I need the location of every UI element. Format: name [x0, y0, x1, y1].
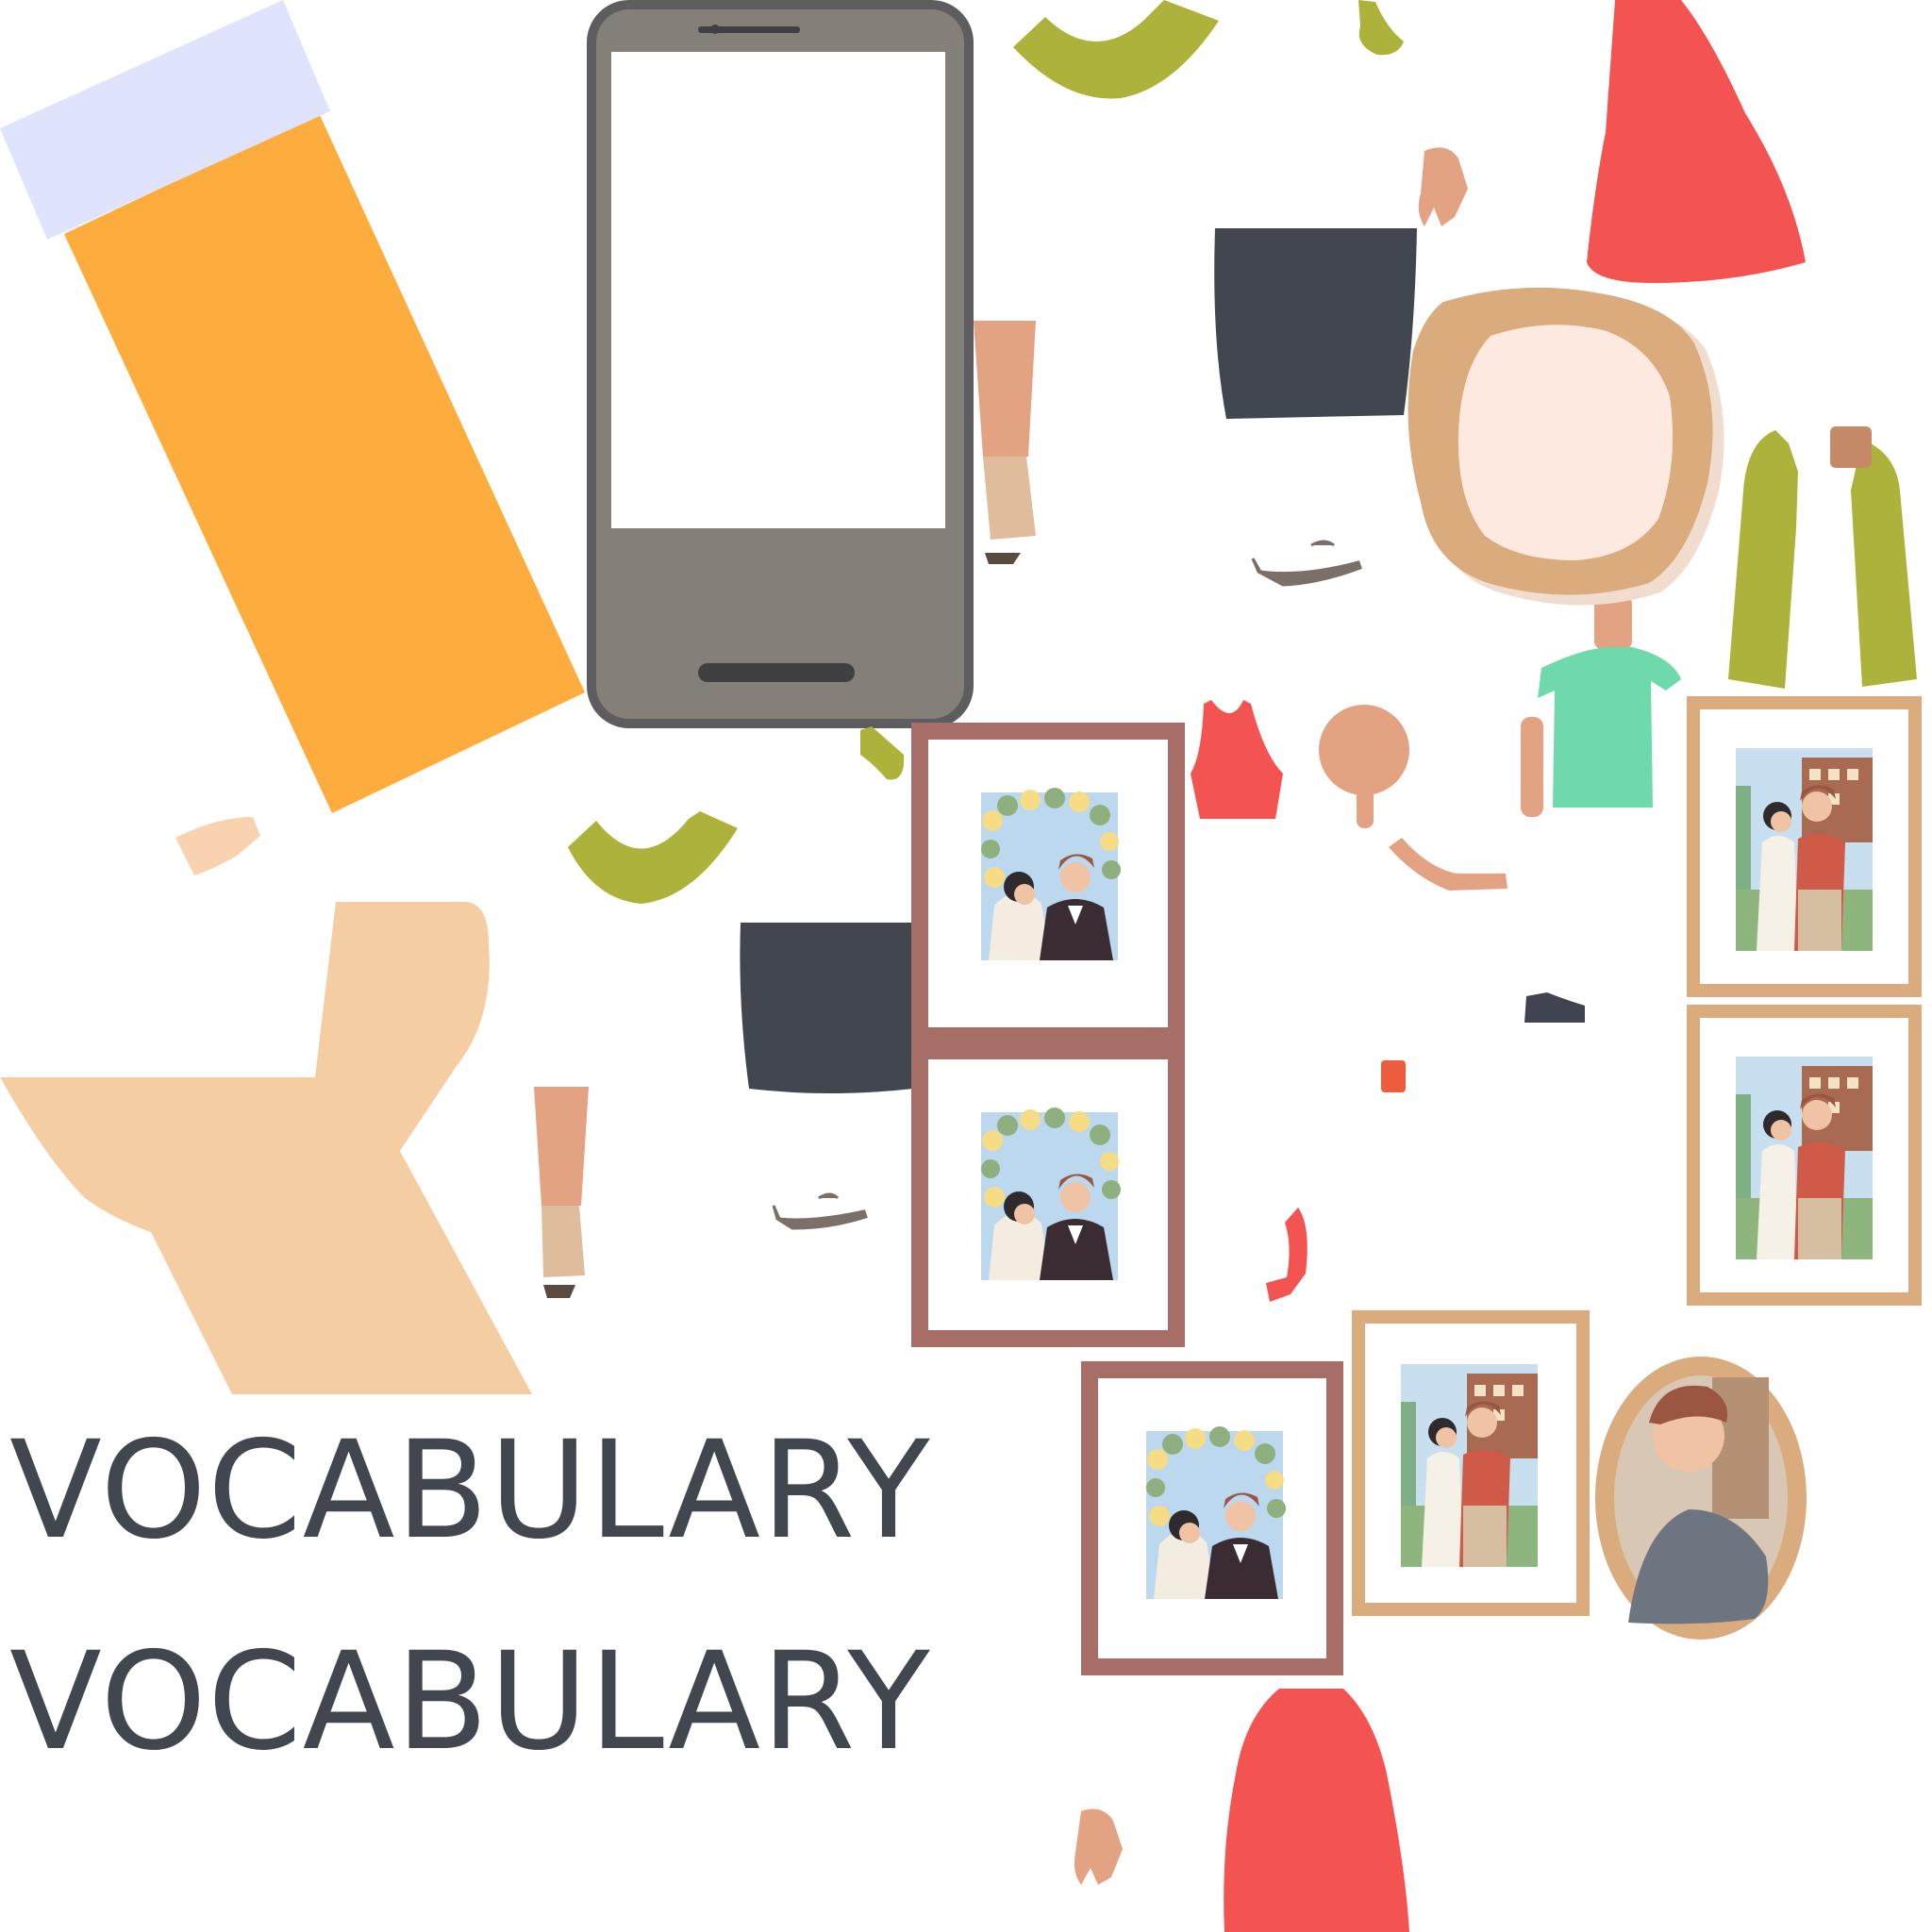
vocabulary-word: VOCABULARY	[9, 1623, 931, 1780]
shoe-icon	[1251, 540, 1362, 587]
hand-icon	[1074, 1808, 1123, 1885]
shoe-icon	[772, 1192, 868, 1230]
skirt-icon	[1214, 228, 1417, 419]
toilet-icon	[0, 902, 532, 1394]
collar-icon	[568, 811, 738, 904]
arm-icon	[1389, 838, 1507, 891]
head-icon	[1319, 705, 1409, 828]
frame-icon	[1595, 1357, 1807, 1640]
frame-icon	[1687, 1005, 1922, 1306]
shirt-icon	[1191, 700, 1283, 819]
pencil-icon	[0, 0, 585, 813]
vocabulary-word: VOCABULARY	[9, 1411, 931, 1569]
hand-icon	[1418, 147, 1468, 226]
collar-icon	[1358, 0, 1404, 56]
collar-icon	[1013, 0, 1219, 99]
shoe-icon	[1381, 1060, 1406, 1092]
leg-icon	[534, 1087, 589, 1298]
sock-icon	[1266, 1208, 1307, 1302]
hand-icon	[175, 817, 260, 875]
shirt-icon	[1521, 596, 1681, 817]
frame-icon	[1081, 1361, 1343, 1675]
skirt-icon	[740, 923, 913, 1093]
frame-icon	[1687, 696, 1922, 997]
shirt-icon	[1587, 0, 1806, 283]
shirt-icon	[1728, 426, 1917, 700]
frame-icon	[911, 1042, 1185, 1347]
leg-icon	[974, 321, 1036, 564]
shirt-icon	[1224, 1689, 1409, 1932]
phone-icon	[587, 0, 974, 728]
frame-icon	[1352, 1310, 1590, 1616]
mirror-icon	[1407, 287, 1724, 606]
collar-icon	[860, 726, 905, 780]
shoe-icon	[1524, 992, 1585, 1023]
frame-icon	[911, 723, 1185, 1044]
